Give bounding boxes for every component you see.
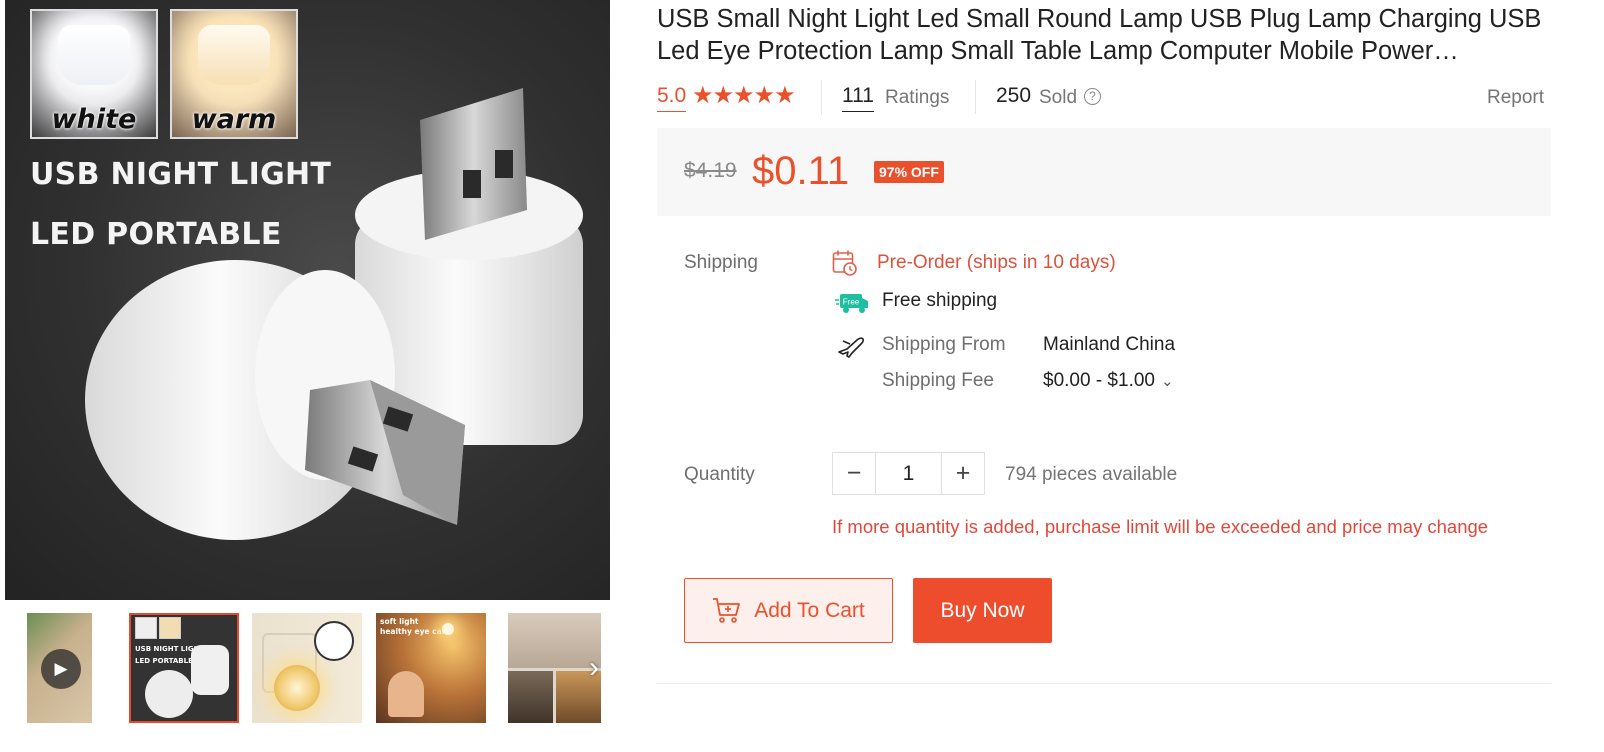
discount-badge: 97% OFF	[874, 161, 944, 183]
increase-quantity-button[interactable]: +	[942, 453, 984, 494]
ratings-label: Ratings	[885, 87, 950, 108]
add-to-cart-label: Add To Cart	[754, 598, 865, 622]
purchase-limit-warning: If more quantity is added, purchase limi…	[832, 516, 1489, 537]
decrease-quantity-button[interactable]: −	[833, 453, 875, 494]
thumbnail-2[interactable]: USB NIGHT LIGHT LED PORTABLE	[129, 613, 239, 723]
sold-count: 250	[996, 84, 1032, 107]
original-price: $4.19	[684, 159, 737, 182]
free-badge-text: Free	[843, 298, 860, 307]
add-to-cart-button[interactable]: Add To Cart	[684, 578, 893, 643]
rating-score[interactable]: 5.0	[657, 84, 687, 112]
play-icon[interactable]: ▶	[41, 649, 81, 689]
price-section: $4.19 $0.11 97% OFF	[657, 128, 1551, 216]
divider	[821, 80, 822, 114]
quantity-input[interactable]: 1	[875, 453, 942, 494]
thumbnail-video[interactable]: ▶	[27, 613, 92, 723]
shipping-label: Shipping	[684, 252, 758, 273]
divider	[975, 80, 976, 114]
usb-lamp-illustration	[85, 88, 583, 540]
shipping-from-value: Mainland China	[1043, 334, 1176, 355]
calendar-clock-icon	[832, 250, 857, 276]
shipping-fee-label: Shipping Fee	[882, 370, 994, 391]
thumbnail-3[interactable]	[252, 613, 362, 723]
shipping-from-label: Shipping From	[882, 334, 1006, 355]
preorder-status: Pre-Order (ships in 10 days)	[877, 252, 1116, 273]
free-shipping-text: Free shipping	[882, 290, 998, 311]
ratings-count[interactable]: 111	[842, 84, 874, 112]
shipping-fee-dropdown[interactable]: $0.00 - $1.00 ⌄	[1043, 370, 1174, 392]
thumbnail-4[interactable]: soft light healthy eye care	[376, 613, 486, 723]
cart-plus-icon	[713, 597, 741, 623]
product-title: USB Small Night Light Led Small Round La…	[657, 5, 1542, 65]
main-product-image[interactable]: white warm USB NIGHT LIGHT LED PORTABLE	[5, 0, 610, 600]
buy-now-button[interactable]: Buy Now	[913, 578, 1052, 643]
divider	[657, 683, 1551, 684]
help-icon[interactable]: ?	[1084, 88, 1101, 105]
star-rating-icon: ★★★★★	[692, 82, 796, 109]
shipping-fee-value: $0.00 - $1.00	[1043, 370, 1155, 391]
report-link[interactable]: Report	[1487, 87, 1544, 109]
quantity-label: Quantity	[684, 464, 755, 485]
quantity-stepper: − 1 +	[832, 452, 985, 495]
current-price: $0.11	[752, 149, 850, 193]
thumb-2-text-2: LED PORTABLE	[135, 657, 193, 665]
thumb-4-text-2: healthy eye care	[380, 627, 451, 636]
free-shipping-truck-icon: Free	[835, 294, 868, 313]
chevron-down-icon[interactable]: ⌄	[1161, 372, 1174, 390]
sold-label: Sold	[1039, 87, 1078, 108]
airplane-icon	[838, 337, 865, 358]
stock-available: 794 pieces available	[1005, 464, 1178, 485]
thumb-4-text-1: soft light	[380, 617, 419, 626]
rating-row: 5.0 ★★★★★ 111 Ratings 250 Sold ? Report	[657, 80, 1544, 116]
gallery-next-icon[interactable]: ›	[584, 650, 604, 686]
